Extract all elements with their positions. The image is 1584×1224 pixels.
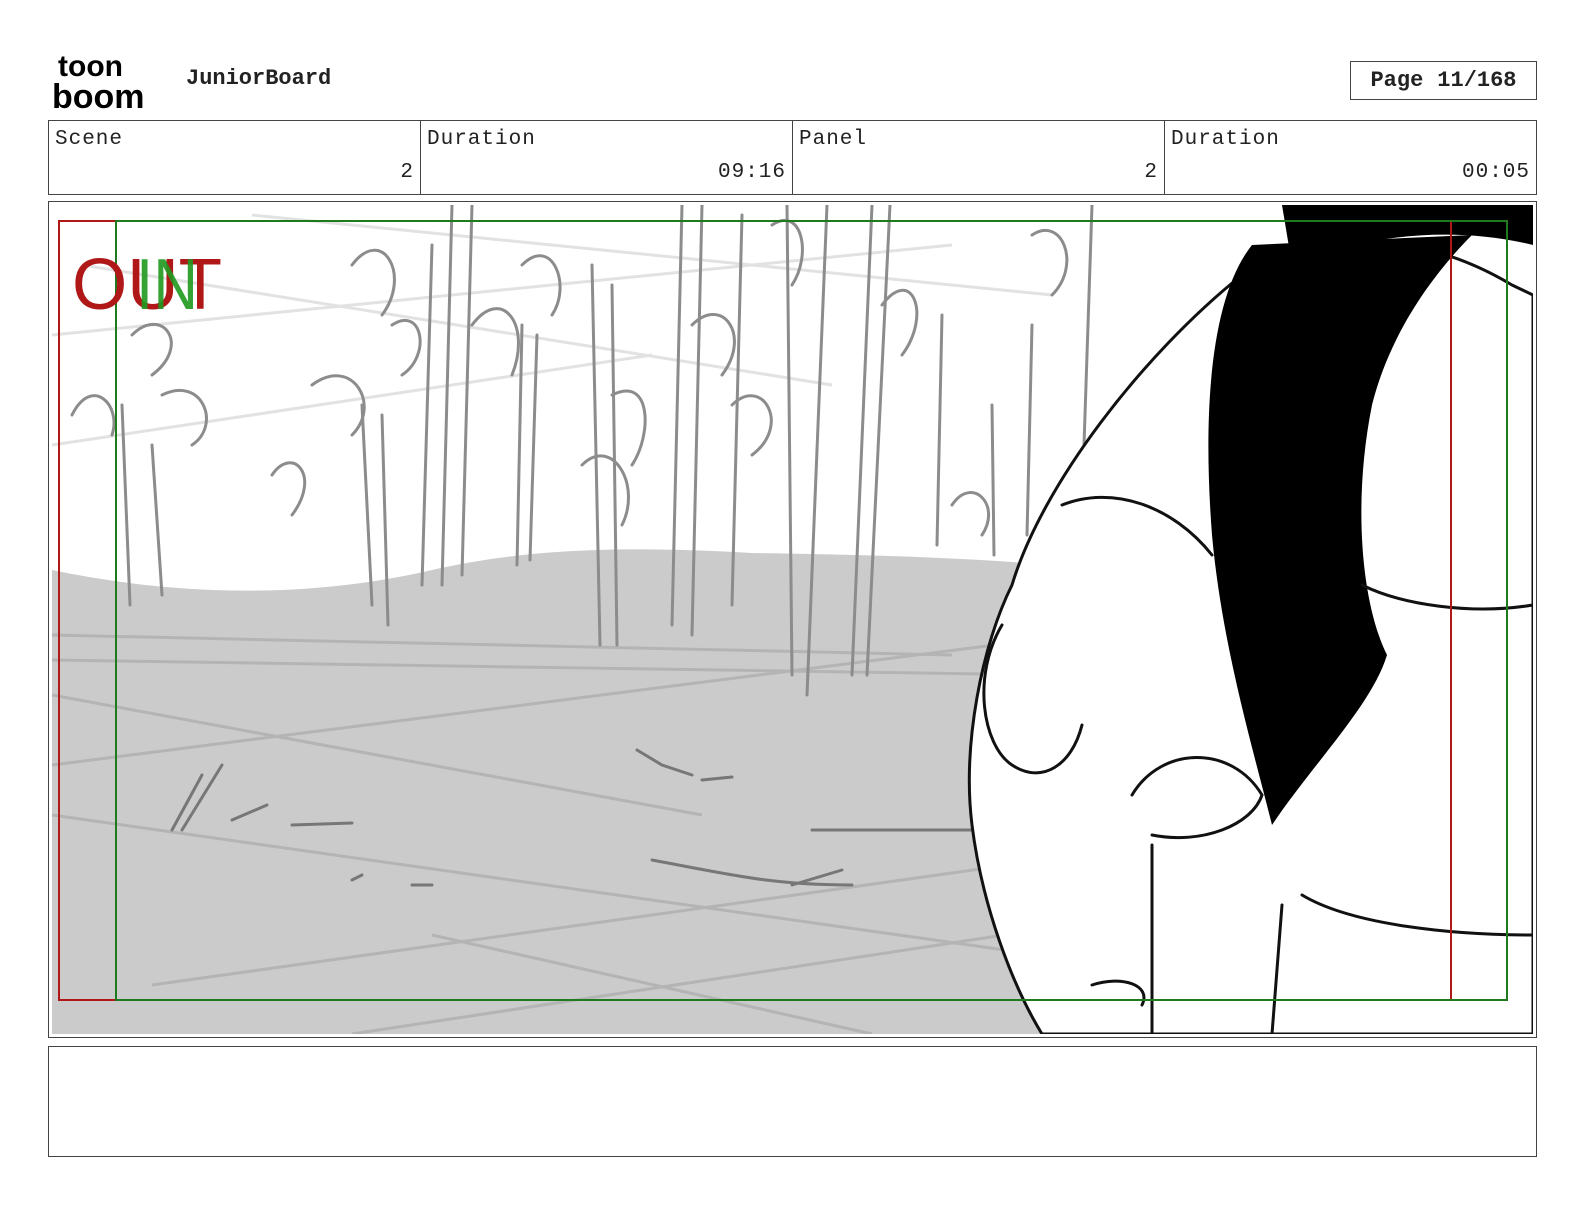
page-indicator: Page 11/168 xyxy=(1350,61,1537,100)
scene-duration-label: Duration xyxy=(427,128,536,151)
scene-label: Scene xyxy=(55,128,124,151)
toon-boom-logo: toon boom xyxy=(52,50,145,112)
panel-info-table: Scene 2 Duration 09:16 Panel 2 Duration … xyxy=(48,120,1537,195)
logo-text-bottom: boom xyxy=(52,78,145,112)
scene-cell: Scene 2 xyxy=(49,121,421,194)
storyboard-panel-image: OUT IN xyxy=(52,205,1533,1034)
panel-value: 2 xyxy=(1144,161,1158,184)
panel-cell: Panel 2 xyxy=(793,121,1165,194)
panel-notes-box xyxy=(48,1046,1537,1157)
camera-in-label: IN xyxy=(136,245,198,325)
scene-duration-value: 09:16 xyxy=(717,161,786,184)
panel-duration-cell: Duration 00:05 xyxy=(1165,121,1536,194)
scene-value: 2 xyxy=(400,161,414,184)
scene-duration-cell: Duration 09:16 xyxy=(421,121,793,194)
page-label: Page xyxy=(1370,68,1424,93)
project-title: JuniorBoard xyxy=(186,66,332,91)
page-number: 11/168 xyxy=(1437,68,1517,93)
panel-label: Panel xyxy=(799,128,868,151)
panel-duration-label: Duration xyxy=(1171,128,1280,151)
panel-duration-value: 00:05 xyxy=(1461,161,1530,184)
